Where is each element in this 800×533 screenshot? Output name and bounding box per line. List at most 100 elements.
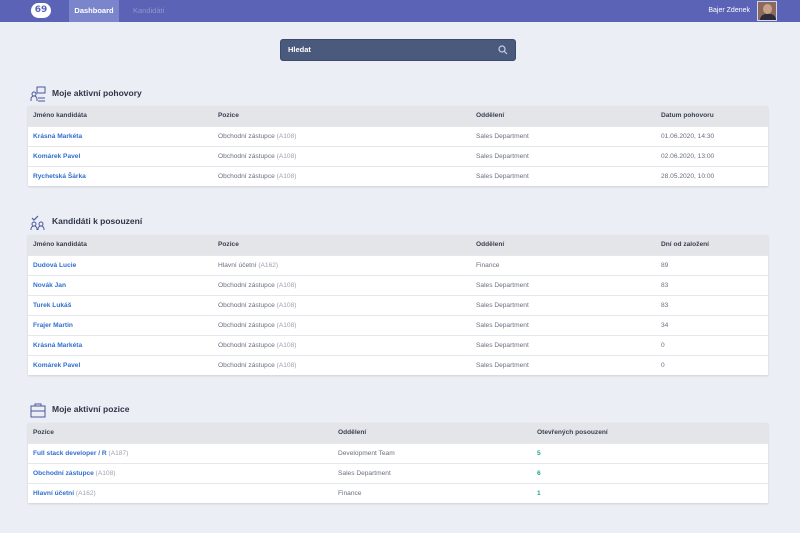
avatar-head bbox=[763, 4, 772, 14]
col-header-position[interactable]: Pozice bbox=[33, 423, 54, 443]
col-header-date[interactable]: Datum pohovoru bbox=[661, 106, 714, 126]
position-code: (A108) bbox=[276, 133, 297, 140]
search-placeholder: Hledat bbox=[288, 45, 311, 54]
position-name: Obchodní zástupce bbox=[218, 362, 275, 369]
open-count[interactable]: 5 bbox=[537, 444, 541, 464]
table-row[interactable]: Krásná Markéta Obchodní zástupce (A108) … bbox=[28, 126, 768, 146]
app-logo[interactable]: 69 bbox=[31, 3, 51, 18]
department-cell: Sales Department bbox=[338, 470, 391, 477]
table-row[interactable]: Krásná Markéta Obchodní zástupce (A108) … bbox=[28, 335, 768, 355]
interviews-table: Jméno kandidáta Pozice Oddělení Datum po… bbox=[28, 106, 768, 186]
section-title-text: Kandidáti k posouzení bbox=[52, 216, 143, 226]
avatar-body bbox=[760, 14, 776, 20]
position-cell: Obchodní zástupce (A108) bbox=[218, 167, 296, 187]
candidates-check-icon bbox=[30, 215, 45, 230]
tab-kandidati[interactable]: Kandidáti bbox=[133, 0, 164, 22]
col-header-department[interactable]: Oddělení bbox=[476, 235, 504, 255]
position-code: (A187) bbox=[108, 450, 129, 457]
table-row[interactable]: Obchodní zástupce (A108) Sales Departmen… bbox=[28, 463, 768, 483]
top-navbar: 69 Dashboard Kandidáti Bajer Zdenek bbox=[0, 0, 800, 22]
position-code: (A108) bbox=[276, 302, 297, 309]
table-row[interactable]: Turek Lukáš Obchodní zástupce (A108) Sal… bbox=[28, 295, 768, 315]
position-code: (A108) bbox=[276, 362, 297, 369]
table-row[interactable]: Full stack developer / R (A187) Developm… bbox=[28, 443, 768, 463]
position-name: Obchodní zástupce bbox=[218, 342, 275, 349]
position-link[interactable]: Obchodní zástupce bbox=[33, 470, 94, 477]
positions-table: Pozice Oddělení Otevřených posouzení Ful… bbox=[28, 423, 768, 503]
table-row[interactable]: Komárek Pavel Obchodní zástupce (A108) S… bbox=[28, 146, 768, 166]
candidate-name-link[interactable]: Komárek Pavel bbox=[33, 147, 80, 167]
section-title-text: Moje aktivní pozice bbox=[52, 404, 130, 414]
date-cell: 01.06.2020, 14:30 bbox=[661, 133, 715, 140]
position-code: (A108) bbox=[276, 342, 297, 349]
table-row[interactable]: Rychetská Šárka Obchodní zástupce (A108)… bbox=[28, 166, 768, 186]
tab-dashboard[interactable]: Dashboard bbox=[69, 0, 119, 22]
col-header-position[interactable]: Pozice bbox=[218, 235, 239, 255]
position-cell: Obchodní zástupce (A108) bbox=[218, 296, 296, 316]
col-header-department[interactable]: Oddělení bbox=[476, 106, 504, 126]
position-cell: Full stack developer / R (A187) bbox=[33, 444, 128, 464]
table-header: Jméno kandidáta Pozice Oddělení Datum po… bbox=[28, 106, 768, 126]
open-count[interactable]: 1 bbox=[537, 484, 541, 504]
table-row[interactable]: Hlavní účetní (A162) Finance 1 bbox=[28, 483, 768, 503]
position-cell: Obchodní zástupce (A108) bbox=[218, 276, 296, 296]
position-cell: Hlavní účetní (A162) bbox=[218, 256, 278, 276]
candidate-name-link[interactable]: Rychetská Šárka bbox=[33, 167, 86, 187]
date-cell: 28.05.2020, 10:00 bbox=[661, 173, 715, 180]
section-title-text: Moje aktivní pohovory bbox=[52, 88, 142, 98]
col-header-open[interactable]: Otevřených posouzení bbox=[537, 423, 608, 443]
days-cell: 34 bbox=[661, 322, 669, 329]
candidate-name-link[interactable]: Frajer Martin bbox=[33, 316, 73, 336]
col-header-name[interactable]: Jméno kandidáta bbox=[33, 235, 87, 255]
department-cell: Sales Department bbox=[476, 133, 529, 140]
position-cell: Obchodní zástupce (A108) bbox=[218, 316, 296, 336]
position-cell: Obchodní zástupce (A108) bbox=[218, 127, 296, 147]
table-header: Jméno kandidáta Pozice Oddělení Dní od z… bbox=[28, 235, 768, 255]
table-row[interactable]: Frajer Martin Obchodní zástupce (A108) S… bbox=[28, 315, 768, 335]
user-name[interactable]: Bajer Zdenek bbox=[708, 0, 750, 22]
table-row[interactable]: Novák Jan Obchodní zástupce (A108) Sales… bbox=[28, 275, 768, 295]
position-name: Obchodní zástupce bbox=[218, 173, 275, 180]
position-link[interactable]: Hlavní účetní bbox=[33, 490, 74, 497]
candidate-name-link[interactable]: Dudová Lucie bbox=[33, 256, 76, 276]
col-header-name[interactable]: Jméno kandidáta bbox=[33, 106, 87, 126]
candidate-name-link[interactable]: Novák Jan bbox=[33, 276, 66, 296]
department-cell: Sales Department bbox=[476, 153, 529, 160]
col-header-days[interactable]: Dní od založení bbox=[661, 235, 709, 255]
position-code: (A108) bbox=[276, 322, 297, 329]
candidate-name-link[interactable]: Turek Lukáš bbox=[33, 296, 71, 316]
candidate-name-link[interactable]: Komárek Pavel bbox=[33, 356, 80, 376]
table-row[interactable]: Komárek Pavel Obchodní zástupce (A108) S… bbox=[28, 355, 768, 375]
open-count[interactable]: 6 bbox=[537, 464, 541, 484]
days-cell: 0 bbox=[661, 362, 665, 369]
position-name: Obchodní zástupce bbox=[218, 322, 275, 329]
search-input[interactable]: Hledat bbox=[280, 39, 516, 61]
col-header-department[interactable]: Oddělení bbox=[338, 423, 366, 443]
days-cell: 83 bbox=[661, 282, 669, 289]
position-name: Obchodní zástupce bbox=[218, 302, 275, 309]
search-icon[interactable] bbox=[497, 44, 509, 56]
table-row[interactable]: Dudová Lucie Hlavní účetní (A162) Financ… bbox=[28, 255, 768, 275]
days-cell: 89 bbox=[661, 262, 669, 269]
candidate-name-link[interactable]: Krásná Markéta bbox=[33, 336, 82, 356]
candidate-name-link[interactable]: Krásná Markéta bbox=[33, 127, 82, 147]
position-code: (A162) bbox=[258, 262, 279, 269]
position-cell: Obchodní zástupce (A108) bbox=[218, 336, 296, 356]
department-cell: Finance bbox=[476, 262, 500, 269]
avatar[interactable] bbox=[757, 1, 777, 21]
position-cell: Hlavní účetní (A162) bbox=[33, 484, 96, 504]
col-header-position[interactable]: Pozice bbox=[218, 106, 239, 126]
department-cell: Sales Department bbox=[476, 322, 529, 329]
table-header: Pozice Oddělení Otevřených posouzení bbox=[28, 423, 768, 443]
position-code: (A108) bbox=[276, 282, 297, 289]
position-cell: Obchodní zástupce (A108) bbox=[218, 356, 296, 376]
position-name: Obchodní zástupce bbox=[218, 282, 275, 289]
days-cell: 83 bbox=[661, 302, 669, 309]
date-cell: 02.06.2020, 13:00 bbox=[661, 153, 715, 160]
department-cell: Sales Department bbox=[476, 282, 529, 289]
department-cell: Sales Department bbox=[476, 302, 529, 309]
position-link[interactable]: Full stack developer / R bbox=[33, 450, 107, 457]
position-code: (A108) bbox=[95, 470, 116, 477]
department-cell: Sales Department bbox=[476, 342, 529, 349]
position-name: Hlavní účetní bbox=[218, 262, 257, 269]
